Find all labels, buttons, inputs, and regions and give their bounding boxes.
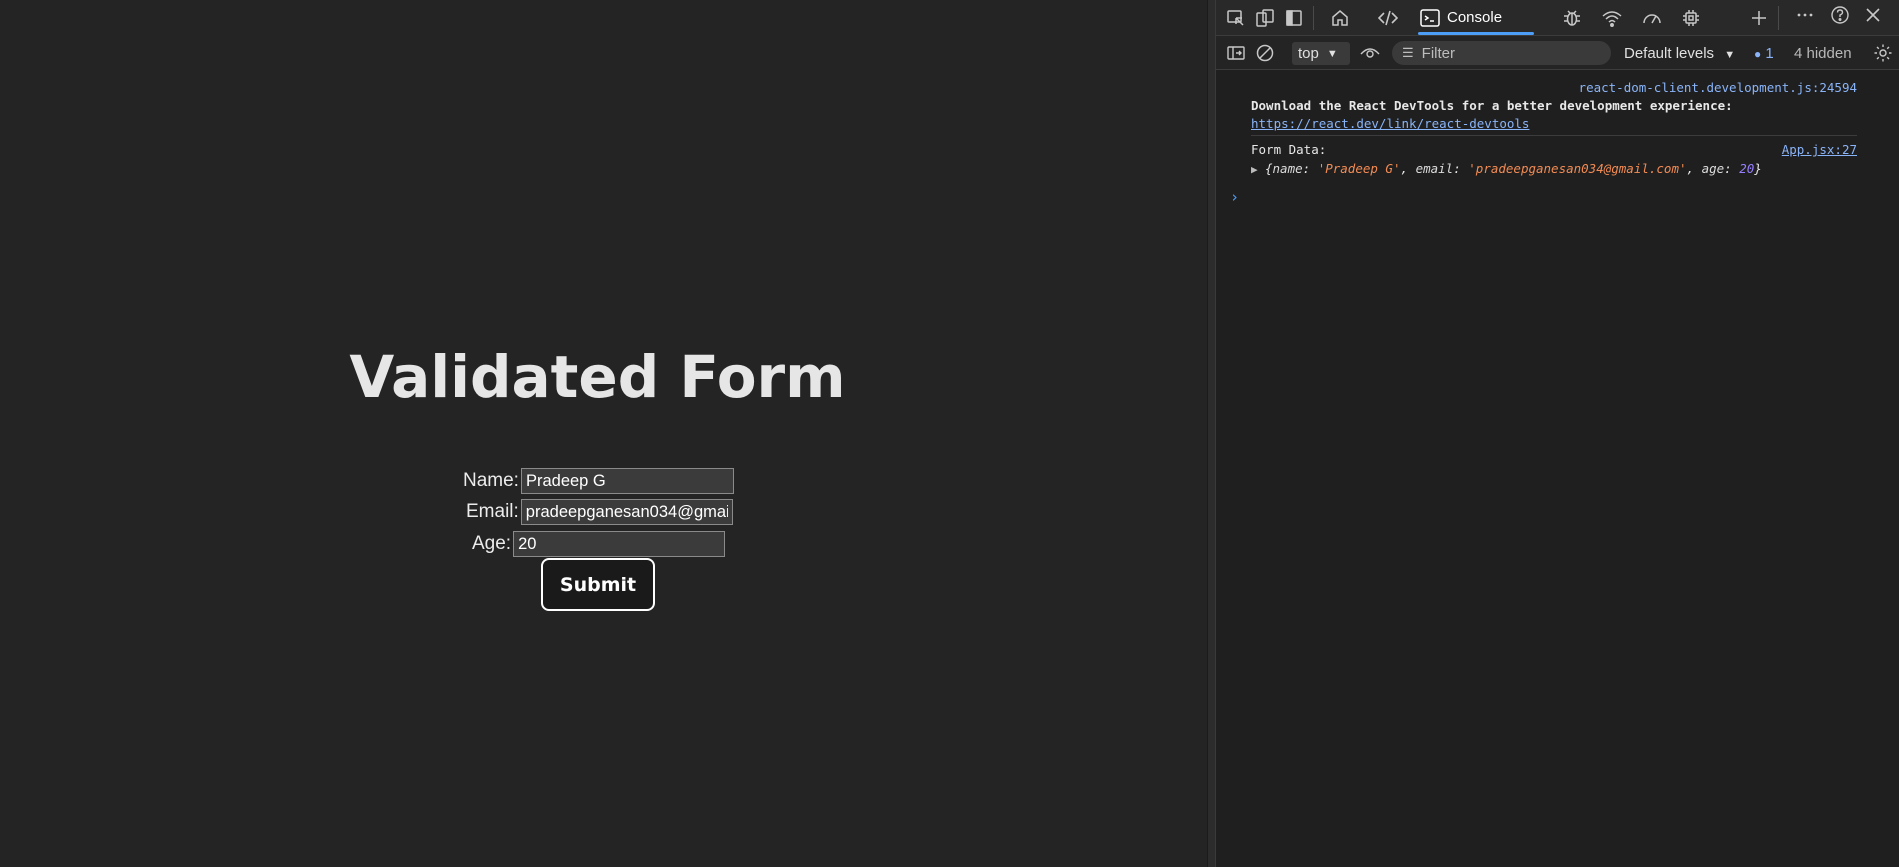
dock-sidebar-icon[interactable] xyxy=(1282,6,1306,30)
console-settings-gear-icon[interactable] xyxy=(1871,41,1895,65)
more-icon[interactable] xyxy=(1793,3,1817,27)
app-page: Validated Form Name: Email: Age: Submit xyxy=(0,0,1207,867)
help-icon[interactable] xyxy=(1828,3,1852,27)
inspect-icon[interactable] xyxy=(1224,6,1248,30)
name-row: Name: xyxy=(463,468,734,494)
memory-chip-icon[interactable] xyxy=(1679,6,1703,30)
age-row: Age: xyxy=(472,531,726,557)
name-label: Name: xyxy=(463,470,519,491)
devtools-panel: Console top ▼ ☰ Filter Default levels ▼ … xyxy=(1216,0,1899,867)
submit-button[interactable]: Submit xyxy=(541,558,655,611)
sources-bug-icon[interactable] xyxy=(1560,6,1584,30)
devtools-splitter[interactable] xyxy=(1207,0,1216,867)
toolbar-separator xyxy=(1778,6,1779,30)
live-expression-eye-icon[interactable] xyxy=(1358,41,1382,65)
log-message: Form Data: xyxy=(1251,142,1327,157)
context-select-value: top xyxy=(1298,45,1319,62)
home-icon[interactable] xyxy=(1328,6,1352,30)
issues-icon: ● xyxy=(1754,47,1762,61)
log-message: Download the React DevTools for a better… xyxy=(1251,98,1733,113)
console-icon xyxy=(1420,8,1440,27)
email-label: Email: xyxy=(466,501,519,522)
issues-counter[interactable]: ● 1 xyxy=(1754,45,1774,62)
tab-console[interactable]: Console xyxy=(1418,0,1548,35)
filter-icon: ☰ xyxy=(1402,45,1414,60)
age-label: Age: xyxy=(472,533,512,554)
network-wifi-icon[interactable] xyxy=(1600,6,1624,30)
name-input[interactable] xyxy=(520,468,734,494)
devtools-link[interactable]: https://react.dev/link/react-devtools xyxy=(1251,116,1529,131)
age-input[interactable] xyxy=(513,531,726,557)
expand-triangle-icon[interactable]: ▶ xyxy=(1251,163,1265,176)
performance-icon[interactable] xyxy=(1640,6,1664,30)
email-row: Email: xyxy=(466,499,733,525)
log-source-link[interactable]: react-dom-client.development.js:24594 xyxy=(1579,80,1857,95)
chevron-down-icon: ▼ xyxy=(1724,49,1736,61)
add-tab-icon[interactable] xyxy=(1747,6,1771,30)
issues-count: 1 xyxy=(1765,45,1774,62)
page-title: Validated Form xyxy=(349,343,846,411)
sidebar-toggle-icon[interactable] xyxy=(1224,41,1248,65)
clear-console-icon[interactable] xyxy=(1253,41,1277,65)
log-source-link[interactable]: App.jsx:27 xyxy=(1782,142,1857,157)
message-divider xyxy=(1251,135,1857,136)
tab-console-label: Console xyxy=(1447,9,1503,26)
console-toolbar: top ▼ ☰ Filter Default levels ▼ ● 1 4 hi… xyxy=(1216,36,1899,70)
log-levels-label: Default levels xyxy=(1624,45,1715,62)
elements-icon[interactable] xyxy=(1376,6,1400,30)
toolbar-separator xyxy=(1313,6,1314,30)
device-toolbar-icon[interactable] xyxy=(1253,6,1277,30)
filter-placeholder: Filter xyxy=(1421,44,1455,62)
context-select[interactable]: top ▼ xyxy=(1292,42,1350,65)
active-tab-indicator xyxy=(1418,32,1534,35)
console-prompt-chevron-icon[interactable]: › xyxy=(1230,188,1239,206)
log-levels-dropdown[interactable]: Default levels ▼ xyxy=(1624,45,1735,62)
email-input[interactable] xyxy=(520,499,733,525)
logged-object[interactable]: ▶ {name: 'Pradeep G', email: 'pradeepgane… xyxy=(1251,161,1762,176)
console-messages: react-dom-client.development.js:24594 Do… xyxy=(1216,70,1899,867)
devtools-main-toolbar: Console xyxy=(1216,0,1899,36)
close-icon[interactable] xyxy=(1861,3,1885,27)
hidden-messages-count: 4 hidden xyxy=(1794,45,1852,62)
filter-input[interactable]: ☰ Filter xyxy=(1392,41,1611,65)
chevron-down-icon: ▼ xyxy=(1326,47,1338,60)
